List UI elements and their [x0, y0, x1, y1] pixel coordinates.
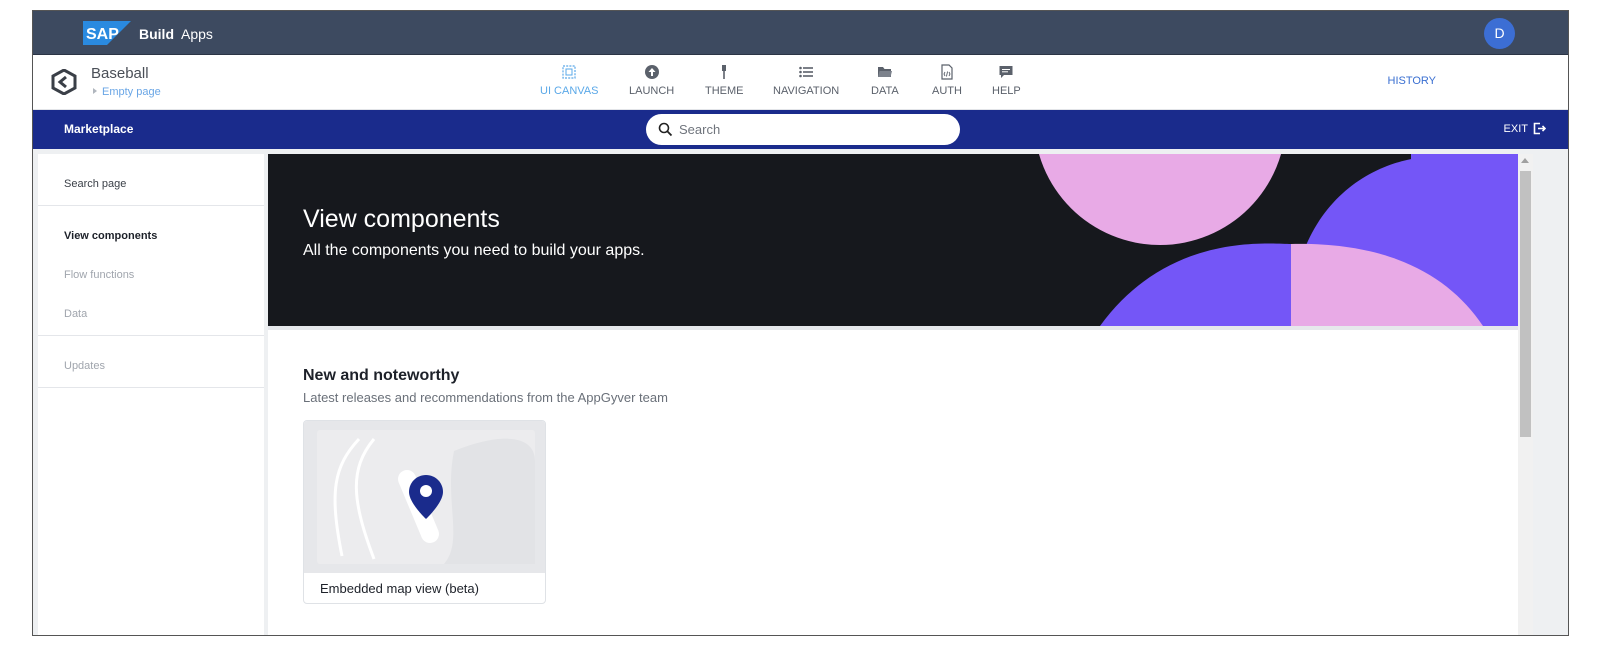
content-area: Search page View components Flow functio… — [33, 149, 1568, 635]
vertical-scrollbar[interactable] — [1518, 154, 1533, 635]
sidebar-item-updates[interactable]: Updates — [64, 360, 105, 372]
marketplace-sidebar: Search page View components Flow functio… — [38, 154, 264, 635]
marketplace-bar: Marketplace Search EXIT — [33, 110, 1568, 149]
tab-label: NAVIGATION — [773, 85, 840, 97]
help-icon — [999, 66, 1013, 78]
hero-banner: View components All the components you n… — [268, 154, 1518, 326]
page-selector[interactable]: Empty page — [93, 86, 161, 98]
user-avatar[interactable]: D — [1484, 18, 1515, 49]
tab-label: HELP — [992, 85, 1021, 97]
tab-help[interactable]: HELP — [992, 64, 1021, 97]
sidebar-item-flow-functions[interactable]: Flow functions — [64, 269, 134, 281]
tab-data[interactable]: DATA — [871, 64, 899, 97]
appgyver-logo-icon[interactable] — [51, 69, 77, 95]
tab-label: AUTH — [932, 85, 962, 97]
history-link[interactable]: HISTORY — [1388, 75, 1437, 87]
map-pin-icon — [409, 475, 443, 519]
tab-launch[interactable]: LAUNCH — [629, 64, 674, 97]
canvas-icon — [562, 65, 576, 79]
app-header: Baseball Empty page UI CANVAS LAUNCH THE… — [33, 55, 1568, 110]
section-title: New and noteworthy — [303, 367, 460, 384]
search-input[interactable]: Search — [646, 114, 960, 145]
card-thumbnail — [304, 421, 545, 573]
sidebar-divider — [38, 387, 264, 388]
launch-icon — [644, 65, 659, 79]
sidebar-divider — [38, 335, 264, 336]
scroll-up-arrow-icon[interactable] — [1521, 158, 1529, 163]
hero-subtitle: All the components you need to build you… — [303, 242, 645, 259]
sidebar-divider — [38, 205, 264, 206]
sidebar-item-view-components[interactable]: View components — [64, 230, 157, 242]
hero-title: View components — [303, 205, 500, 233]
tab-label: THEME — [705, 85, 744, 97]
brand-build: Build — [139, 26, 174, 42]
svg-text:SAP: SAP — [86, 26, 119, 43]
sidebar-item-search-page[interactable]: Search page — [64, 178, 126, 190]
scrollbar-thumb[interactable] — [1520, 171, 1531, 437]
search-placeholder: Search — [679, 122, 721, 137]
sap-logo[interactable]: SAP — [83, 21, 131, 45]
main-panel: View components All the components you n… — [268, 154, 1518, 635]
tab-theme[interactable]: THEME — [705, 64, 744, 97]
hero-divider — [268, 326, 1518, 330]
hero-decoration — [1038, 154, 1518, 326]
section-subtitle: Latest releases and recommendations from… — [303, 390, 668, 405]
tab-label: LAUNCH — [629, 85, 675, 97]
app-window: SAP Build Apps D Baseball Empty page UI … — [32, 10, 1569, 636]
brand-apps: Apps — [181, 26, 213, 42]
tab-label: DATA — [871, 85, 899, 97]
app-name[interactable]: Baseball — [91, 65, 149, 82]
card-title: Embedded map view (beta) — [320, 581, 479, 596]
tab-navigation[interactable]: NAVIGATION — [773, 64, 839, 97]
page-name: Empty page — [102, 86, 161, 98]
tab-ui-canvas[interactable]: UI CANVAS — [540, 64, 598, 97]
theme-icon — [722, 65, 727, 79]
marketplace-title: Marketplace — [64, 122, 134, 136]
shell-bar: SAP Build Apps D — [33, 11, 1568, 55]
search-icon — [658, 122, 673, 137]
tab-label: UI CANVAS — [540, 85, 599, 97]
component-card[interactable]: Embedded map view (beta) — [303, 420, 546, 604]
sidebar-item-data[interactable]: Data — [64, 308, 87, 320]
exit-label: EXIT — [1503, 123, 1528, 135]
navigation-icon — [799, 66, 814, 78]
folder-icon — [877, 67, 892, 77]
auth-icon — [941, 64, 953, 80]
tab-auth[interactable]: AUTH — [932, 64, 962, 97]
exit-icon — [1533, 122, 1547, 135]
exit-button[interactable]: EXIT — [1503, 122, 1547, 135]
caret-right-icon — [93, 88, 97, 94]
